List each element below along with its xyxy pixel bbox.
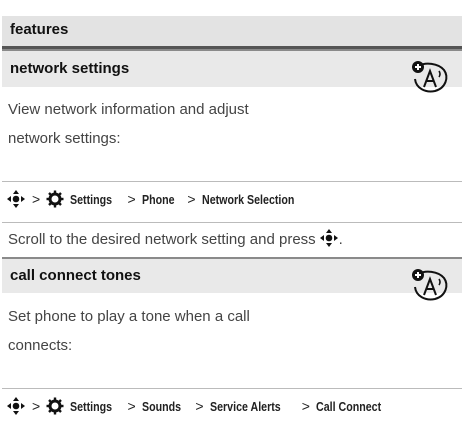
path-service-alerts: Service Alerts — [209, 398, 281, 414]
path-sounds: Sounds — [141, 398, 181, 414]
network-feature-badge-icon — [412, 269, 448, 301]
path-network-selection: Network Selection — [201, 191, 295, 207]
path-settings: Settings — [70, 398, 113, 414]
section-note: Scroll to the desired network setting an… — [8, 225, 343, 254]
nav-key-icon — [319, 229, 338, 247]
section-title: call connect tones — [10, 267, 141, 284]
divider — [2, 222, 462, 223]
menu-path: > Settings > Sounds > Service Alerts > C… — [6, 393, 395, 419]
nav-key-icon — [7, 397, 25, 415]
divider — [2, 388, 462, 389]
nav-key-icon — [7, 190, 25, 208]
section-call-connect-tones-header: call connect tones — [2, 257, 462, 293]
section-description: View network information and adjust netw… — [8, 101, 249, 147]
manual-page: features network settings View network i… — [0, 0, 464, 423]
section-title: network settings — [10, 60, 130, 77]
settings-gear-icon — [46, 190, 64, 208]
settings-gear-icon — [46, 397, 64, 415]
section-description: Set phone to play a tone when a call con… — [8, 308, 250, 354]
network-feature-badge-icon — [412, 61, 448, 93]
features-title: features — [10, 21, 69, 38]
features-header: features — [2, 16, 462, 49]
path-phone: Phone — [141, 191, 175, 207]
path-call-connect: Call Connect — [315, 398, 382, 414]
section-network-settings-header: network settings — [2, 49, 462, 87]
path-settings: Settings — [70, 191, 113, 207]
divider — [2, 181, 462, 182]
menu-path: > Settings > Phone > Network Selection — [6, 186, 314, 212]
